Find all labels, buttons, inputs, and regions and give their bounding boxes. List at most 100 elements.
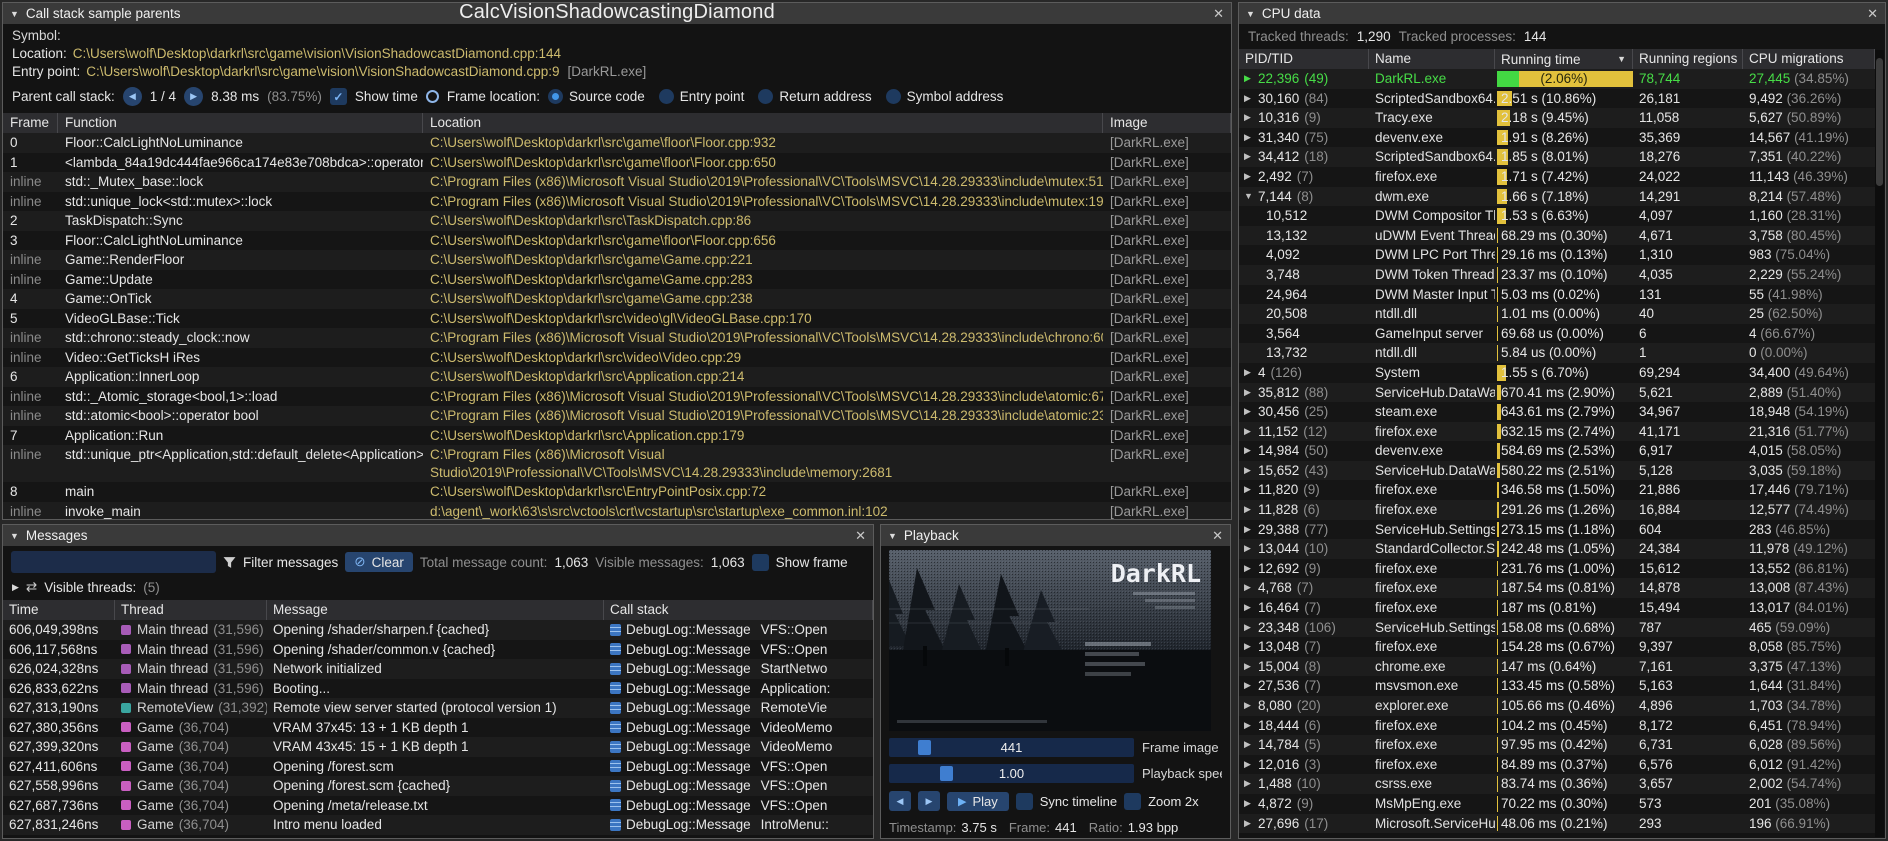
message-row[interactable]: 606,117,568ns Main thread(31,596) Openin… bbox=[3, 640, 873, 660]
collapse-icon[interactable]: ▼ bbox=[888, 531, 897, 541]
message-row[interactable]: 627,399,320ns Game(36,704) VRAM 43x45: 1… bbox=[3, 737, 873, 757]
expand-icon[interactable]: ▶ bbox=[1244, 461, 1258, 481]
header-cpu-migrations[interactable]: CPU migrations bbox=[1743, 49, 1875, 69]
cpu-row[interactable]: ▶8,080(20) explorer.exe 105.66 ms (0.46%… bbox=[1239, 696, 1875, 716]
expand-icon[interactable]: ▶ bbox=[1244, 618, 1258, 638]
callstack-icon[interactable] bbox=[610, 819, 621, 831]
cpu-row[interactable]: ▶30,456(25) steam.exe 643.61 ms (2.79%) … bbox=[1239, 402, 1875, 422]
expand-icon[interactable]: ▶ bbox=[1244, 696, 1258, 716]
header-pid-tid[interactable]: PID/TID bbox=[1239, 49, 1369, 69]
cpu-row[interactable]: ▶4,872(9) MsMpEng.exe 70.22 ms (0.30%) 5… bbox=[1239, 794, 1875, 814]
close-icon[interactable]: ✕ bbox=[855, 528, 866, 544]
cpu-scrollbar[interactable] bbox=[1875, 50, 1884, 837]
cpu-scrollbar-thumb[interactable] bbox=[1876, 58, 1883, 186]
expand-icon[interactable]: ▶ bbox=[1244, 559, 1258, 579]
message-row[interactable]: 626,024,328ns Main thread(31,596) Networ… bbox=[3, 659, 873, 679]
cpu-row[interactable]: ▶11,152(12) firefox.exe 632.15 ms (2.74%… bbox=[1239, 422, 1875, 442]
cpu-row[interactable]: ▶4(126) System 1.55 s (6.70%) 69,294 34,… bbox=[1239, 363, 1875, 383]
cpu-row[interactable]: ▶30,160(84) ScriptedSandbox64.exe 2.51 s… bbox=[1239, 89, 1875, 109]
frame-image-slider[interactable]: 441 bbox=[889, 738, 1134, 757]
expand-icon[interactable]: ▶ bbox=[1244, 167, 1258, 187]
play-button[interactable]: ▶Play bbox=[947, 792, 1009, 811]
message-row[interactable]: 627,313,190ns RemoteView(31,392) Remote … bbox=[3, 698, 873, 718]
expand-icon[interactable]: ▶ bbox=[1244, 794, 1258, 814]
cpu-row[interactable]: ▶4,768(7) firefox.exe 187.54 ms (0.81%) … bbox=[1239, 578, 1875, 598]
header-message[interactable]: Message bbox=[267, 600, 604, 620]
expand-icon[interactable]: ▶ bbox=[1244, 676, 1258, 696]
cpu-row[interactable]: ▶13,048(7) firefox.exe 154.28 ms (0.67%)… bbox=[1239, 637, 1875, 657]
callstack-icon[interactable] bbox=[610, 741, 621, 753]
collapse-icon[interactable]: ▼ bbox=[10, 531, 19, 541]
cpu-row[interactable]: ▶27,696(17) Microsoft.ServiceHub.Co 48.0… bbox=[1239, 814, 1875, 834]
message-filter-input[interactable] bbox=[11, 551, 216, 573]
cpu-row[interactable]: ▶12,692(9) firefox.exe 231.76 ms (1.00%)… bbox=[1239, 559, 1875, 579]
expand-icon[interactable]: ▶ bbox=[1244, 422, 1258, 442]
callstack-icon[interactable] bbox=[610, 760, 621, 772]
close-icon[interactable]: ✕ bbox=[1867, 6, 1878, 22]
message-row[interactable]: 606,049,398ns Main thread(31,596) Openin… bbox=[3, 620, 873, 640]
header-callstack[interactable]: Call stack bbox=[604, 600, 873, 620]
cpu-row[interactable]: ▶35,812(88) ServiceHub.DataWarehou 670.4… bbox=[1239, 383, 1875, 403]
message-row[interactable]: 627,831,246ns Game(36,704) Intro menu lo… bbox=[3, 815, 873, 835]
cpu-row[interactable]: ▶23,348(106) ServiceHub.SettingsHost 158… bbox=[1239, 618, 1875, 638]
expand-icon[interactable]: ▶ bbox=[1244, 637, 1258, 657]
cpu-row[interactable]: ▶34,412(18) ScriptedSandbox64.exe 1.85 s… bbox=[1239, 147, 1875, 167]
expand-icon[interactable]: ▶ bbox=[1244, 500, 1258, 520]
message-row[interactable]: 627,380,356ns Game(36,704) VRAM 37x45: 1… bbox=[3, 718, 873, 738]
expand-icon[interactable]: ▶ bbox=[1244, 735, 1258, 755]
cpu-row[interactable]: ▶11,820(9) firefox.exe 346.58 ms (1.50%)… bbox=[1239, 480, 1875, 500]
callstack-icon[interactable] bbox=[610, 721, 621, 733]
expand-icon[interactable]: ▶ bbox=[1244, 716, 1258, 736]
cpu-row[interactable]: ▶15,004(8) chrome.exe 147 ms (0.64%) 7,1… bbox=[1239, 657, 1875, 677]
expand-icon[interactable]: ▶ bbox=[1244, 383, 1258, 403]
expand-icon[interactable]: ▶ bbox=[1244, 69, 1258, 89]
expand-icon[interactable]: ▶ bbox=[1244, 657, 1258, 677]
cpu-row[interactable]: ▶13,044(10) StandardCollector.Servic 242… bbox=[1239, 539, 1875, 559]
callstack-icon[interactable] bbox=[610, 682, 621, 694]
playback-titlebar[interactable]: ▼ Playback ✕ bbox=[881, 525, 1230, 546]
cpu-row[interactable]: 10,512 DWM Compositor Thread 1.53 s (6.6… bbox=[1239, 206, 1875, 226]
cpu-row[interactable]: ▶31,340(75) devenv.exe 1.91 s (8.26%) 35… bbox=[1239, 128, 1875, 148]
cpu-row[interactable]: 13,132 uDWM Event Thread 68.29 ms (0.30%… bbox=[1239, 226, 1875, 246]
expand-icon[interactable]: ▶ bbox=[1244, 402, 1258, 422]
header-name[interactable]: Name bbox=[1369, 49, 1495, 69]
playback-speed-slider[interactable]: 1.00 bbox=[889, 764, 1134, 783]
expand-icon[interactable]: ▶ bbox=[1244, 108, 1258, 128]
prev-frame-button[interactable]: ◀ bbox=[889, 791, 911, 811]
message-row[interactable]: 626,833,622ns Main thread(31,596) Bootin… bbox=[3, 679, 873, 699]
cpu-row[interactable]: 13,732 ntdll.dll 5.84 us (0.00%) 1 0 (0.… bbox=[1239, 343, 1875, 363]
cpu-row[interactable]: 3,564 GameInput server 69.68 us (0.00%) … bbox=[1239, 324, 1875, 344]
expand-icon[interactable]: ▶ bbox=[1244, 755, 1258, 775]
expand-icon[interactable]: ▶ bbox=[1244, 774, 1258, 794]
cpu-row[interactable]: ▼7,144(8) dwm.exe 1.66 s (7.18%) 14,291 … bbox=[1239, 187, 1875, 207]
cpu-row[interactable]: ▶14,984(50) devenv.exe 584.69 ms (2.53%)… bbox=[1239, 441, 1875, 461]
sync-timeline-checkbox[interactable]: ✓ bbox=[1016, 793, 1033, 810]
cpu-row[interactable]: ▶18,444(6) firefox.exe 104.2 ms (0.45%) … bbox=[1239, 716, 1875, 736]
callstack-icon[interactable] bbox=[610, 643, 621, 655]
cpu-row[interactable]: ▶12,016(3) firefox.exe 84.89 ms (0.37%) … bbox=[1239, 755, 1875, 775]
cpu-row[interactable]: ▶27,536(7) msvsmon.exe 133.45 ms (0.58%)… bbox=[1239, 676, 1875, 696]
cpu-row[interactable]: ▶16,464(7) firefox.exe 187 ms (0.81%) 15… bbox=[1239, 598, 1875, 618]
next-frame-button[interactable]: ▶ bbox=[918, 791, 940, 811]
cpu-row[interactable]: 20,508 ntdll.dll 1.01 ms (0.00%) 40 25 (… bbox=[1239, 304, 1875, 324]
zoom-2x-checkbox[interactable]: ✓ bbox=[1124, 793, 1141, 810]
expand-icon[interactable]: ▶ bbox=[1244, 363, 1258, 383]
cpu-row[interactable]: ▶14,784(5) firefox.exe 97.95 ms (0.42%) … bbox=[1239, 735, 1875, 755]
cpu-row[interactable]: 4,092 DWM LPC Port Thread 29.16 ms (0.13… bbox=[1239, 245, 1875, 265]
cpu-row[interactable]: ▶11,828(6) firefox.exe 291.26 ms (1.26%)… bbox=[1239, 500, 1875, 520]
expand-icon[interactable]: ▶ bbox=[1244, 480, 1258, 500]
expand-icon[interactable]: ▶ bbox=[1244, 814, 1258, 834]
messages-titlebar[interactable]: ▼ Messages ✕ bbox=[3, 525, 873, 546]
header-running-regions[interactable]: Running regions bbox=[1633, 49, 1743, 69]
expand-icon[interactable]: ▶ bbox=[1244, 89, 1258, 109]
callstack-icon[interactable] bbox=[610, 624, 621, 636]
cpu-titlebar[interactable]: ▼ CPU data ✕ bbox=[1239, 3, 1885, 24]
expand-icon[interactable]: ▶ bbox=[1244, 539, 1258, 559]
collapse-icon[interactable]: ▼ bbox=[1246, 9, 1255, 19]
header-running-time[interactable]: Running time▼ bbox=[1495, 49, 1633, 69]
expand-icon[interactable]: ▶ bbox=[1244, 520, 1258, 540]
cpu-row[interactable]: ▶10,316(9) Tracy.exe 2.18 s (9.45%) 11,0… bbox=[1239, 108, 1875, 128]
cpu-row[interactable]: 24,964 DWM Master Input Threa 5.03 ms (0… bbox=[1239, 285, 1875, 305]
cpu-row[interactable]: 3,748 DWM Token Thread 23.37 ms (0.10%) … bbox=[1239, 265, 1875, 285]
expand-icon[interactable]: ▶ bbox=[1244, 598, 1258, 618]
